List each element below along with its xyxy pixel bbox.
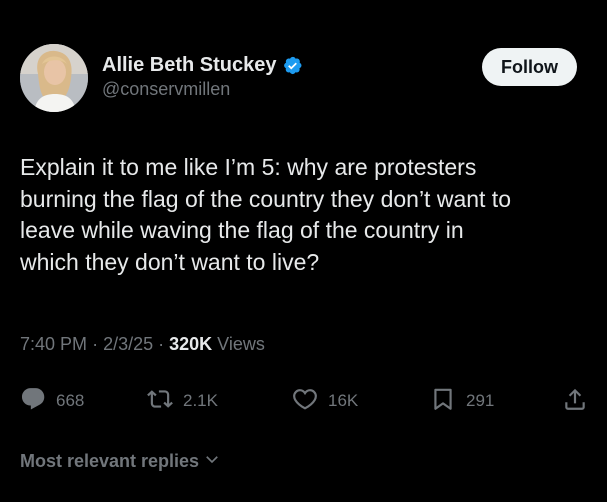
name-row: Allie Beth Stuckey xyxy=(102,52,303,78)
views-label: Views xyxy=(217,334,265,354)
tweet-text-line: which they don’t want to live? xyxy=(20,248,320,275)
follow-button[interactable]: Follow xyxy=(482,48,577,86)
heart-icon xyxy=(292,386,318,417)
tweet-page: Allie Beth Stuckey @conservmillen Follow… xyxy=(0,0,607,502)
tweet-text: Explain it to me like I’m 5: why are pro… xyxy=(20,152,580,278)
meta-separator: · xyxy=(92,334,104,354)
avatar-image xyxy=(20,44,88,112)
meta-separator: · xyxy=(158,334,170,354)
handle[interactable]: @conservmillen xyxy=(102,79,303,100)
avatar[interactable] xyxy=(20,44,88,112)
verified-badge-icon[interactable] xyxy=(282,55,303,76)
repost-icon xyxy=(147,386,173,417)
repost-count: 2.1K xyxy=(183,391,218,410)
bookmark-button[interactable]: 291 xyxy=(430,384,494,418)
bookmark-icon xyxy=(430,386,456,417)
author-info: Allie Beth Stuckey @conservmillen xyxy=(102,52,303,100)
like-button[interactable]: 16K xyxy=(292,384,358,418)
replies-sort-label: Most relevant replies xyxy=(20,451,200,471)
chevron-down-icon xyxy=(199,450,221,473)
reply-icon xyxy=(20,386,46,417)
replies-sort-dropdown[interactable]: Most relevant replies xyxy=(20,450,221,473)
tweet-header: Allie Beth Stuckey @conservmillen Follow xyxy=(20,44,587,116)
tweet-text-line: leave while waving the flag of the count… xyxy=(20,217,464,243)
display-name[interactable]: Allie Beth Stuckey xyxy=(102,54,277,77)
bookmark-count: 291 xyxy=(466,391,495,410)
tweet-date[interactable]: 2/3/25 xyxy=(103,334,153,354)
reply-button[interactable]: 668 xyxy=(20,384,84,418)
tweet-text-line: burning the flag of the country they don… xyxy=(20,185,511,212)
repost-button[interactable]: 2.1K xyxy=(147,384,218,418)
views-count[interactable]: 320K xyxy=(169,334,212,354)
share-icon xyxy=(562,386,588,417)
action-bar: 668 2.1K 16K 291 xyxy=(20,384,590,418)
tweet-time[interactable]: 7:40 PM xyxy=(20,334,87,354)
reply-count: 668 xyxy=(56,391,85,410)
tweet-text-line: Explain it to me like I’m 5: why are pro… xyxy=(20,154,477,180)
tweet-meta: 7:40 PM · 2/3/25 · 320K Views xyxy=(20,334,265,355)
share-button[interactable] xyxy=(562,384,588,418)
like-count: 16K xyxy=(328,391,359,410)
